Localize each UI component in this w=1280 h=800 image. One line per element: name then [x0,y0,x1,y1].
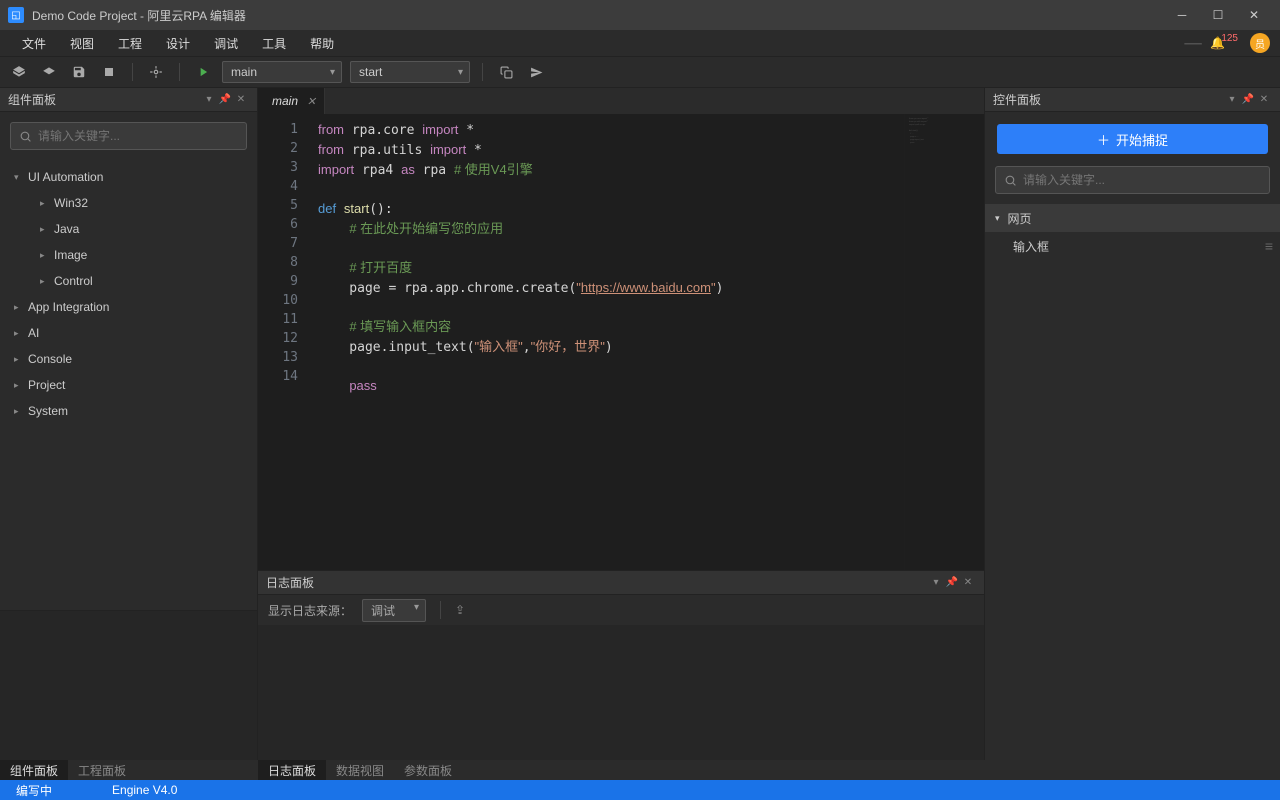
btab-参数面板[interactable]: 参数面板 [394,760,462,780]
status-engine: Engine V4.0 [112,783,177,797]
layers2-icon[interactable] [38,61,60,83]
menu-调试[interactable]: 调试 [202,31,250,56]
save-icon[interactable] [68,61,90,83]
tree-AI[interactable]: ▸AI [0,320,257,346]
line-gutter: 1234567891011121314 [258,114,308,570]
tree-Project[interactable]: ▸Project [0,372,257,398]
log-panel: 日志面板 ▾ 📌 ✕ 显示日志来源： 调试 ⇪ [258,570,984,760]
maximize-button[interactable]: ☐ [1200,0,1236,30]
panel-menu-icon[interactable]: ▾ [928,577,944,588]
function-select[interactable]: start [350,61,470,83]
search-icon [1004,174,1017,187]
control-search[interactable] [995,166,1270,194]
btab-日志面板[interactable]: 日志面板 [258,760,326,780]
editor-tabs: main ✕ [258,88,984,114]
control-item[interactable]: 输入框≡ [985,232,1280,260]
bell-icon[interactable]: 🔔125 [1210,36,1242,50]
bottom-tabs: 组件面板工程面板 日志面板数据视图参数面板 [0,760,1280,780]
target-icon[interactable] [145,61,167,83]
panel-close-icon[interactable]: ✕ [1256,94,1272,105]
status-code: ⸺ [1184,35,1202,51]
close-button[interactable]: ✕ [1236,0,1272,30]
control-category[interactable]: ▾ 网页 [985,204,1280,232]
btab-数据视图[interactable]: 数据视图 [326,760,394,780]
script-select[interactable]: main [222,61,342,83]
app-logo-icon: ◱ [8,7,24,23]
statusbar: 编写中 Engine V4.0 [0,780,1280,800]
chevron-down-icon: ▾ [995,213,1000,224]
menu-工具[interactable]: 工具 [250,31,298,56]
stop-icon[interactable] [98,61,120,83]
pin-icon[interactable]: 📌 [1240,94,1256,105]
component-panel: 组件面板 ▾ 📌 ✕ ▾UI Automation▸Win32▸Java▸Ima… [0,88,258,760]
tree-Control[interactable]: ▸Control [0,268,257,294]
tree-Java[interactable]: ▸Java [0,216,257,242]
pin-icon[interactable]: 📌 [217,94,233,105]
log-export-icon[interactable]: ⇪ [455,603,465,617]
toolbar: main start [0,56,1280,88]
code-editor[interactable]: from rpa.core import * from rpa.utils im… [308,114,904,570]
panel-close-icon[interactable]: ✕ [233,94,249,105]
minimap[interactable]: from rpa.core import *from rpa utils imp… [904,114,984,570]
layers-icon[interactable] [8,61,30,83]
search-icon [19,130,32,143]
log-source-label: 显示日志来源： [268,602,352,619]
drag-handle-icon[interactable]: ≡ [1265,238,1270,254]
left-bottom-area [0,610,257,760]
log-panel-header: 日志面板 ▾ 📌 ✕ [258,571,984,595]
panel-menu-icon[interactable]: ▾ [201,94,217,105]
menu-视图[interactable]: 视图 [58,31,106,56]
tab-close-icon[interactable]: ✕ [307,95,316,108]
tree-UI Automation[interactable]: ▾UI Automation [0,164,257,190]
component-search[interactable] [10,122,247,150]
component-panel-header: 组件面板 ▾ 📌 ✕ [0,88,257,112]
avatar[interactable]: 员 [1250,33,1270,53]
editor-area: main ✕ 1234567891011121314 from rpa.core… [258,88,984,760]
minimize-button[interactable]: ─ [1164,0,1200,30]
editor-tab-main[interactable]: main ✕ [258,88,325,114]
panel-menu-icon[interactable]: ▾ [1224,94,1240,105]
pin-icon[interactable]: 📌 [944,577,960,588]
capture-button[interactable]: ＋ 开始捕捉 [997,124,1268,154]
menu-帮助[interactable]: 帮助 [298,31,346,56]
menubar: 文件视图工程设计调试工具帮助 ⸺ 🔔125 员 [0,30,1280,56]
menu-工程[interactable]: 工程 [106,31,154,56]
send-icon[interactable] [525,61,547,83]
play-button[interactable] [192,61,214,83]
btab-工程面板[interactable]: 工程面板 [68,760,136,780]
menu-文件[interactable]: 文件 [10,31,58,56]
titlebar: ◱ Demo Code Project - 阿里云RPA 编辑器 ─ ☐ ✕ [0,0,1280,30]
control-search-input[interactable] [1023,173,1261,187]
control-panel: 控件面板 ▾ 📌 ✕ ＋ 开始捕捉 ▾ 网页 输入框≡ [984,88,1280,760]
log-source-select[interactable]: 调试 [362,599,426,622]
menu-设计[interactable]: 设计 [154,31,202,56]
btab-组件面板[interactable]: 组件面板 [0,760,68,780]
status-mode: 编写中 [16,782,52,799]
component-tree: ▾UI Automation▸Win32▸Java▸Image▸Control▸… [0,160,257,610]
log-content [258,625,984,760]
tree-Win32[interactable]: ▸Win32 [0,190,257,216]
copy-icon[interactable] [495,61,517,83]
plus-icon: ＋ [1097,130,1110,149]
window-title: Demo Code Project - 阿里云RPA 编辑器 [32,7,1164,24]
panel-close-icon[interactable]: ✕ [960,577,976,588]
tree-App Integration[interactable]: ▸App Integration [0,294,257,320]
tree-Image[interactable]: ▸Image [0,242,257,268]
component-search-input[interactable] [38,129,238,143]
tree-System[interactable]: ▸System [0,398,257,424]
control-panel-header: 控件面板 ▾ 📌 ✕ [985,88,1280,112]
tree-Console[interactable]: ▸Console [0,346,257,372]
